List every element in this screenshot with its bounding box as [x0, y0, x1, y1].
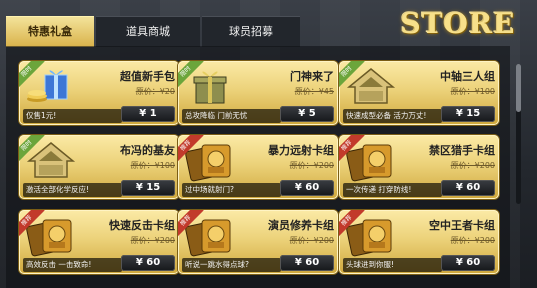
offer-desc: 高效反击 一击致命! — [23, 258, 122, 272]
buy-button[interactable]: ¥ 60 — [280, 255, 334, 271]
buy-button[interactable]: ¥ 15 — [121, 180, 175, 196]
tab-item-store[interactable]: 道具商城 — [96, 16, 200, 47]
offer-desc: 听说一跳水得点球? — [182, 258, 281, 272]
store-logo: STORE — [399, 6, 517, 42]
buy-button[interactable]: ¥ 60 — [121, 255, 175, 271]
offer-name: 暴力远射卡组 — [268, 144, 334, 157]
original-price: 原价：¥100 — [130, 161, 175, 170]
offer-desc: 快速成型必备 活力万丈! — [343, 109, 442, 123]
buy-button[interactable]: ¥ 5 — [280, 106, 334, 122]
store-logo-text: STORE — [400, 7, 516, 40]
offer-name: 快速反击卡组 — [109, 219, 175, 232]
offer-desc: 头球进到你服! — [343, 258, 442, 272]
offer-card-buffon-buddies[interactable]: 限时 布冯的基友 原价：¥100 激活全部化学反应! ¥ 15 — [19, 135, 179, 199]
original-price: 原价：¥200 — [289, 236, 334, 245]
offer-card-central-trio[interactable]: 限时 中轴三人组 原价：¥100 快速成型必备 活力万丈! ¥ 15 — [339, 61, 499, 125]
original-price: 原价：¥200 — [450, 236, 495, 245]
offer-name: 布冯的基友 — [120, 144, 175, 157]
offer-card-counter-deck[interactable]: 推荐 快速反击卡组 原价：¥200 高效反击 一击致命! ¥ 60 — [19, 210, 179, 274]
original-price: 原价：¥200 — [450, 161, 495, 170]
buy-button[interactable]: ¥ 1 — [121, 106, 175, 122]
original-price: 原价：¥100 — [450, 87, 495, 96]
offer-card-long-shot-deck[interactable]: 推荐 暴力远射卡组 原价：¥200 过中场就射门? ¥ 60 — [178, 135, 338, 199]
offer-card-air-king-deck[interactable]: 推荐 空中王者卡组 原价：¥200 头球进到你服! ¥ 60 — [339, 210, 499, 274]
offer-name: 演员修养卡组 — [268, 219, 334, 232]
buy-button[interactable]: ¥ 60 — [441, 255, 495, 271]
original-price: 原价：¥45 — [294, 87, 334, 96]
offer-name: 空中王者卡组 — [429, 219, 495, 232]
offer-desc: 激活全部化学反应! — [23, 183, 122, 197]
buy-button[interactable]: ¥ 15 — [441, 106, 495, 122]
original-price: 原价：¥200 — [130, 236, 175, 245]
offer-desc: 过中场就射门? — [182, 183, 281, 197]
offer-name: 禁区猎手卡组 — [429, 144, 495, 157]
tab-player-recruit[interactable]: 球员招募 — [202, 16, 300, 47]
scrollbar[interactable] — [516, 64, 521, 204]
tab-bar: 特惠礼盒 道具商城 球员招募 — [6, 16, 426, 47]
original-price: 原价：¥20 — [135, 87, 175, 96]
buy-button[interactable]: ¥ 60 — [280, 180, 334, 196]
offer-name: 门神来了 — [290, 70, 334, 83]
tab-special-packs[interactable]: 特惠礼盒 — [6, 16, 94, 47]
offer-card-box-hunter-deck[interactable]: 推荐 禁区猎手卡组 原价：¥200 一次传递 打穿防线! ¥ 60 — [339, 135, 499, 199]
offer-card-actor-deck[interactable]: 推荐 演员修养卡组 原价：¥200 听说一跳水得点球? ¥ 60 — [178, 210, 338, 274]
offer-card-goalkeeper[interactable]: 限时 门神来了 原价：¥45 总攻降临 门前无忧 ¥ 5 — [178, 61, 338, 125]
offer-name: 中轴三人组 — [440, 70, 495, 83]
offer-desc: 一次传递 打穿防线! — [343, 183, 442, 197]
original-price: 原价：¥200 — [289, 161, 334, 170]
offer-name: 超值新手包 — [120, 70, 175, 83]
scroll-thumb[interactable] — [516, 64, 521, 112]
offer-desc: 总攻降临 门前无忧 — [182, 109, 281, 123]
buy-button[interactable]: ¥ 60 — [441, 180, 495, 196]
offer-card-starter-pack[interactable]: 限时 超值新手包 原价：¥20 仅售1元! ¥ 1 — [19, 61, 179, 125]
offer-desc: 仅售1元! — [23, 109, 122, 123]
